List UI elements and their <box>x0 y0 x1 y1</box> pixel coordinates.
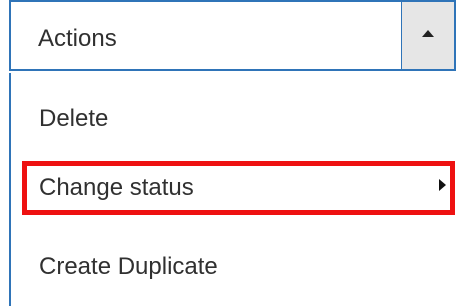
menu-item-label: Delete <box>39 105 109 132</box>
actions-label: Actions <box>38 25 117 52</box>
dropdown-toggle-button[interactable] <box>401 2 454 69</box>
actions-dropdown[interactable]: Actions <box>9 0 456 71</box>
actions-menu: Delete Change status Create Duplicate <box>9 73 456 306</box>
menu-item-create-duplicate[interactable]: Create Duplicate <box>11 239 456 295</box>
triangle-right-icon <box>439 179 446 191</box>
menu-item-delete[interactable]: Delete <box>11 91 456 147</box>
menu-item-change-status[interactable]: Change status <box>11 160 456 216</box>
menu-item-label: Change status <box>39 174 194 201</box>
triangle-up-icon <box>422 30 434 37</box>
menu-item-label: Create Duplicate <box>39 253 218 280</box>
